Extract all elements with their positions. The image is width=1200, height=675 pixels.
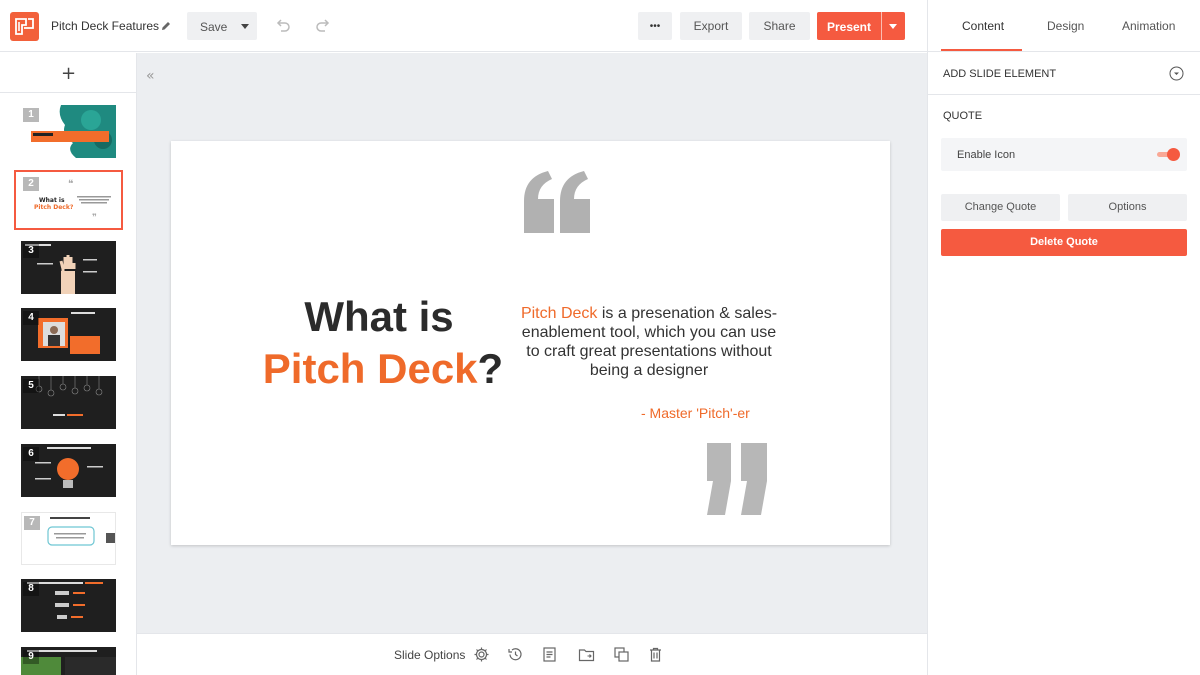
save-label: Save: [200, 20, 228, 34]
slide-title-line2[interactable]: Pitch Deck?: [258, 345, 508, 393]
settings-gear-icon[interactable]: [473, 646, 490, 663]
quote-accent: Pitch Deck: [520, 305, 598, 322]
chevron-down-icon[interactable]: [241, 24, 249, 29]
present-label: Present: [826, 20, 872, 34]
slides-sidebar: + 1 ❝ What is Pitch Deck? ❞ 2 3 4 5 6 7 …: [0, 53, 137, 675]
quote-author[interactable]: - Master 'Pitch'-er: [641, 405, 750, 421]
add-slide-element-label[interactable]: ADD SLIDE ELEMENT: [943, 68, 1056, 80]
slide-number: 7: [24, 516, 40, 530]
svg-text:❞: ❞: [92, 213, 97, 223]
enable-icon-row: Enable Icon: [941, 138, 1187, 171]
slide-number: 5: [23, 379, 39, 393]
svg-text:What is: What is: [39, 197, 65, 204]
redo-icon[interactable]: [314, 17, 332, 35]
duplicate-icon[interactable]: [613, 646, 630, 663]
present-divider: [881, 12, 882, 40]
quote-options-button[interactable]: Options: [1068, 194, 1187, 221]
trash-icon[interactable]: [647, 646, 664, 663]
slide-thumbnail[interactable]: 3: [21, 241, 116, 294]
close-quote-icon[interactable]: [705, 443, 771, 515]
app-logo[interactable]: [10, 12, 39, 41]
slide-editor[interactable]: What is Pitch Deck? Pitch Deck is a pres…: [171, 141, 890, 545]
svg-text:❝: ❝: [68, 179, 73, 190]
properties-panel: Content Design Animation ADD SLIDE ELEME…: [927, 0, 1200, 675]
present-button[interactable]: Present: [817, 12, 905, 40]
slide-options-label[interactable]: Slide Options: [394, 648, 465, 662]
slide-title-suffix: ?: [477, 345, 504, 392]
quote-text[interactable]: Pitch Deck is a presenation & sales-enab…: [517, 304, 781, 380]
chevron-down-icon[interactable]: [889, 24, 897, 29]
open-quote-icon[interactable]: [522, 171, 594, 233]
slide-thumbnail[interactable]: 9: [21, 647, 116, 675]
pencil-icon[interactable]: [159, 19, 173, 33]
change-quote-button[interactable]: Change Quote: [941, 194, 1060, 221]
undo-icon[interactable]: [274, 17, 292, 35]
move-to-folder-icon[interactable]: [578, 646, 595, 663]
slide-number: 8: [23, 582, 39, 596]
slide-number: 1: [23, 108, 39, 122]
add-slide-button[interactable]: +: [0, 53, 136, 93]
document-title[interactable]: Pitch Deck Features: [51, 19, 159, 33]
slide-thumbnail[interactable]: 1: [21, 105, 116, 158]
svg-text:Pitch Deck?: Pitch Deck?: [34, 204, 74, 211]
chevron-down-circle-icon[interactable]: [1169, 66, 1184, 81]
slide-canvas: « What is Pitch Deck? Pitch Deck is a pr…: [137, 53, 927, 633]
notes-icon[interactable]: [541, 646, 558, 663]
slide-thumbnail[interactable]: 7: [21, 512, 116, 565]
divider: [928, 94, 1200, 95]
more-options-button[interactable]: •••: [638, 12, 672, 40]
slide-thumbnail[interactable]: 4: [21, 308, 116, 361]
history-icon[interactable]: [507, 646, 524, 663]
slide-thumbnail[interactable]: 5: [21, 376, 116, 429]
tab-content[interactable]: Content: [962, 19, 1004, 33]
export-button[interactable]: Export: [680, 12, 742, 40]
slide-title-accent: Pitch Deck: [262, 345, 478, 392]
slide-number: 3: [23, 244, 39, 258]
quote-section-title: QUOTE: [943, 110, 983, 122]
slide-number: 9: [23, 650, 39, 664]
tab-design[interactable]: Design: [1047, 19, 1084, 33]
enable-icon-label: Enable Icon: [957, 149, 1016, 161]
slide-thumbnail[interactable]: 8: [21, 579, 116, 632]
slide-thumbnail[interactable]: ❝ What is Pitch Deck? ❞ 2: [17, 174, 120, 226]
share-button[interactable]: Share: [749, 12, 810, 40]
delete-quote-button[interactable]: Delete Quote: [941, 229, 1187, 256]
collapse-sidebar-icon[interactable]: «: [146, 68, 155, 84]
plus-icon: +: [61, 63, 77, 84]
slide-number: 6: [23, 447, 39, 461]
toggle-knob: [1167, 148, 1180, 161]
slide-options-bar: Slide Options: [137, 633, 927, 675]
slide-number: 4: [23, 311, 39, 325]
panel-tabs: Content Design Animation: [928, 0, 1200, 52]
top-toolbar: Pitch Deck Features Save ••• Export Shar…: [0, 0, 927, 52]
enable-icon-toggle[interactable]: [1157, 148, 1181, 161]
active-tab-indicator: [941, 49, 1022, 51]
slide-title-line1[interactable]: What is: [263, 293, 495, 341]
slide-number: 2: [23, 177, 39, 191]
save-button[interactable]: Save: [187, 12, 257, 40]
slide-thumbnail[interactable]: 6: [21, 444, 116, 497]
tab-animation[interactable]: Animation: [1122, 19, 1175, 33]
